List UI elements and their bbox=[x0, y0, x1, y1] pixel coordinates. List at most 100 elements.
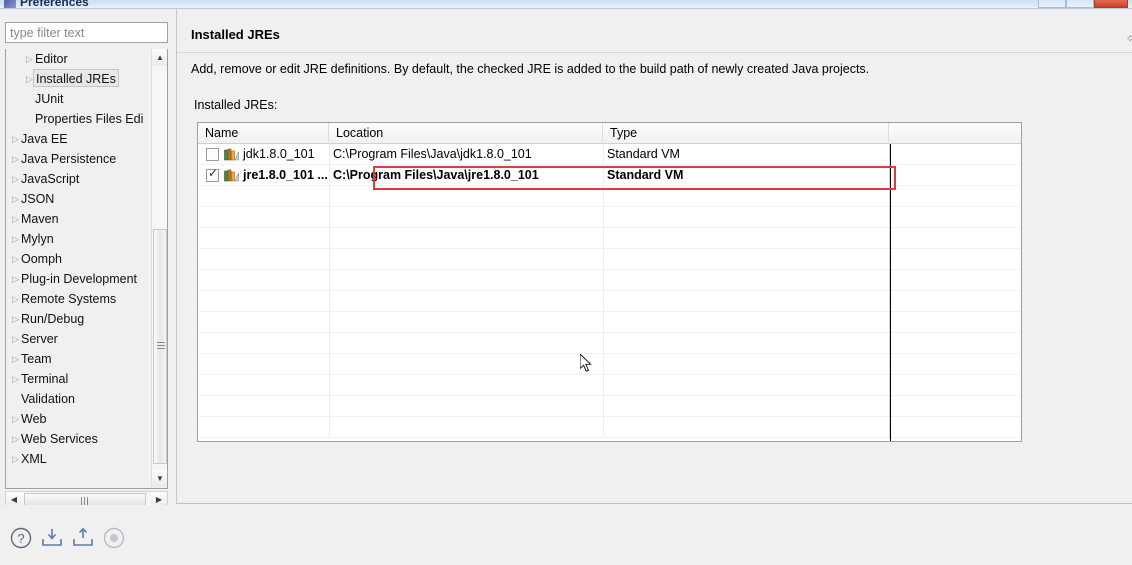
expand-arrow-icon[interactable]: ▷ bbox=[10, 429, 21, 449]
cell-location: C:\Program Files\Java\jdk1.8.0_101 bbox=[333, 147, 532, 161]
table-row-empty[interactable] bbox=[198, 291, 1021, 312]
expand-arrow-icon[interactable]: ▷ bbox=[10, 449, 21, 469]
sidebar-item-validation[interactable]: ▷Validation bbox=[6, 389, 152, 409]
table-row-empty[interactable] bbox=[198, 354, 1021, 375]
cell-divider bbox=[603, 396, 604, 417]
cell-type: Standard VM bbox=[607, 168, 684, 182]
sidebar-item-terminal[interactable]: ▷ Terminal bbox=[6, 369, 152, 389]
close-button[interactable] bbox=[1094, 0, 1128, 8]
table-row[interactable]: jre1.8.0_101 ... C:\Program Files\Java\jr… bbox=[198, 165, 1021, 186]
filter-input[interactable]: type filter text bbox=[5, 22, 168, 43]
expand-arrow-icon[interactable]: ▷ bbox=[10, 369, 21, 389]
title-bar: Preferences bbox=[0, 0, 1132, 9]
maximize-button[interactable] bbox=[1066, 0, 1094, 8]
sidebar-item-json[interactable]: ▷ JSON bbox=[6, 189, 152, 209]
cell-divider bbox=[329, 249, 330, 270]
cell-divider bbox=[603, 270, 604, 291]
tree-indent-spacer: ▷ bbox=[24, 109, 35, 129]
table-row-empty[interactable] bbox=[198, 375, 1021, 396]
expand-arrow-icon[interactable]: ▷ bbox=[10, 349, 21, 369]
sidebar-item-installed-jres[interactable]: ▷ Installed JREs bbox=[6, 69, 152, 89]
expand-arrow-icon[interactable]: ▷ bbox=[10, 189, 21, 209]
expand-arrow-icon[interactable]: ▷ bbox=[10, 329, 21, 349]
expand-arrow-icon[interactable]: ▷ bbox=[24, 49, 35, 69]
minimize-button[interactable] bbox=[1038, 0, 1066, 8]
page-description: Add, remove or edit JRE definitions. By … bbox=[191, 62, 870, 76]
expand-arrow-icon[interactable]: ▷ bbox=[10, 149, 21, 169]
title-divider bbox=[177, 52, 1132, 53]
back-arrow-icon[interactable]: ⇦ bbox=[1124, 28, 1132, 50]
column-header-name[interactable]: Name bbox=[198, 123, 329, 144]
sidebar-item-java-persistence[interactable]: ▷ Java Persistence bbox=[6, 149, 152, 169]
sidebar-item-label: Web Services bbox=[21, 432, 98, 446]
sidebar-item-oomph[interactable]: ▷ Oomph bbox=[6, 249, 152, 269]
sidebar-item-server[interactable]: ▷ Server bbox=[6, 329, 152, 349]
help-icon[interactable]: ? bbox=[9, 526, 33, 550]
sidebar-item-junit[interactable]: ▷JUnit bbox=[6, 89, 152, 109]
column-header-location[interactable]: Location bbox=[329, 123, 603, 144]
table-row-empty[interactable] bbox=[198, 333, 1021, 354]
table-row-empty[interactable] bbox=[198, 207, 1021, 228]
sidebar-item-mylyn[interactable]: ▷ Mylyn bbox=[6, 229, 152, 249]
cell-divider bbox=[603, 354, 604, 375]
table-row-empty[interactable] bbox=[198, 396, 1021, 417]
table-row-empty[interactable] bbox=[198, 270, 1021, 291]
table-header: Name Location Type bbox=[198, 123, 1021, 144]
sidebar-item-javascript[interactable]: ▷ JavaScript bbox=[6, 169, 152, 189]
table-row-empty[interactable] bbox=[198, 186, 1021, 207]
table-row-empty[interactable] bbox=[198, 228, 1021, 249]
sidebar-item-web[interactable]: ▷ Web bbox=[6, 409, 152, 429]
sidebar-item-label: Team bbox=[21, 352, 52, 366]
sidebar-item-xml[interactable]: ▷ XML bbox=[6, 449, 152, 469]
sidebar-item-label: Plug-in Development bbox=[21, 272, 138, 286]
column-header-extra[interactable] bbox=[889, 123, 1021, 144]
sidebar-vertical-scrollbar[interactable]: ▲ ▼ bbox=[151, 49, 167, 487]
record-disabled-icon bbox=[103, 527, 125, 549]
sidebar-item-label: Java EE bbox=[21, 132, 68, 146]
export-preferences-icon[interactable] bbox=[71, 526, 95, 550]
footer-divider bbox=[176, 503, 1132, 504]
preferences-window-icon bbox=[4, 0, 16, 8]
svg-text:?: ? bbox=[17, 531, 24, 546]
sidebar-item-plug-in-development[interactable]: ▷ Plug-in Development bbox=[6, 269, 152, 289]
sidebar-item-editor[interactable]: ▷ Editor bbox=[6, 49, 152, 69]
sidebar-item-properties-files-edi[interactable]: ▷Properties Files Edi bbox=[6, 109, 152, 129]
table-row[interactable]: jdk1.8.0_101 C:\Program Files\Java\jdk1.8… bbox=[198, 144, 1021, 165]
cell-divider bbox=[329, 228, 330, 249]
column-header-type[interactable]: Type bbox=[603, 123, 889, 144]
sidebar-item-team[interactable]: ▷ Team bbox=[6, 349, 152, 369]
scroll-grip-icon bbox=[157, 342, 165, 351]
table-row-empty[interactable] bbox=[198, 417, 1021, 438]
sidebar: type filter text ▷Editor▷Installed JREs▷… bbox=[0, 9, 175, 508]
sidebar-item-web-services[interactable]: ▷ Web Services bbox=[6, 429, 152, 449]
sidebar-item-label: Properties Files Edi bbox=[35, 112, 144, 126]
scroll-down-icon[interactable]: ▼ bbox=[152, 470, 167, 487]
tree-indent-spacer: ▷ bbox=[10, 389, 21, 409]
cell-divider bbox=[603, 333, 604, 354]
sidebar-item-label: Terminal bbox=[21, 372, 69, 386]
scroll-up-icon[interactable]: ▲ bbox=[152, 49, 167, 66]
table-row-empty[interactable] bbox=[198, 312, 1021, 333]
expand-arrow-icon[interactable]: ▷ bbox=[10, 409, 21, 429]
expand-arrow-icon[interactable]: ▷ bbox=[10, 289, 21, 309]
expand-arrow-icon[interactable]: ▷ bbox=[10, 229, 21, 249]
installed-jres-table[interactable]: Name Location Type jdk1.8.0_101 C:\Progra… bbox=[197, 122, 1022, 442]
sidebar-item-remote-systems[interactable]: ▷ Remote Systems bbox=[6, 289, 152, 309]
expand-arrow-icon[interactable]: ▷ bbox=[10, 309, 21, 329]
window-title: Preferences bbox=[20, 0, 89, 9]
expand-arrow-icon[interactable]: ▷ bbox=[10, 209, 21, 229]
sidebar-item-run-debug[interactable]: ▷ Run/Debug bbox=[6, 309, 152, 329]
sidebar-item-label: XML bbox=[21, 452, 47, 466]
preferences-tree[interactable]: ▷Editor▷Installed JREs▷JUnit▷Properties … bbox=[5, 49, 168, 489]
sidebar-item-maven[interactable]: ▷ Maven bbox=[6, 209, 152, 229]
expand-arrow-icon[interactable]: ▷ bbox=[10, 169, 21, 189]
expand-arrow-icon[interactable]: ▷ bbox=[10, 269, 21, 289]
expand-arrow-icon[interactable]: ▷ bbox=[10, 249, 21, 269]
expand-arrow-icon[interactable]: ▷ bbox=[10, 129, 21, 149]
sidebar-item-java-ee[interactable]: ▷ Java EE bbox=[6, 129, 152, 149]
table-row-empty[interactable] bbox=[198, 249, 1021, 270]
sidebar-scroll-thumb[interactable] bbox=[153, 229, 167, 464]
cell-divider bbox=[603, 417, 604, 438]
import-preferences-icon[interactable] bbox=[40, 526, 64, 550]
sidebar-item-label: JUnit bbox=[35, 92, 64, 106]
